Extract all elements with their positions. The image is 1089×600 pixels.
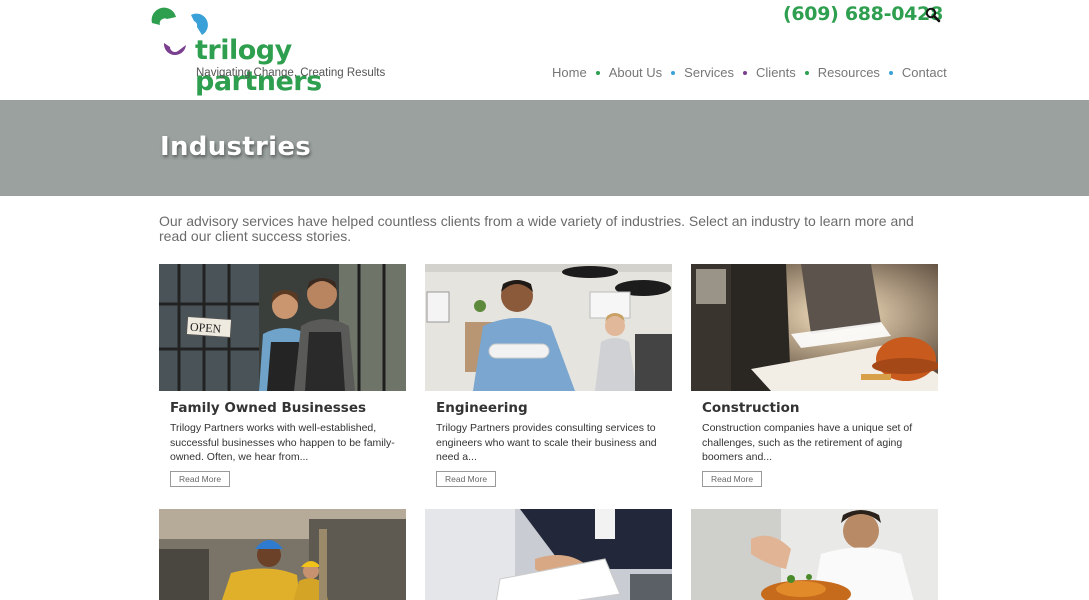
nav-separator — [595, 70, 600, 75]
nav-about-us[interactable]: About Us — [609, 65, 662, 80]
card-title[interactable]: Engineering — [436, 400, 672, 416]
hospitality-photo[interactable] — [691, 509, 938, 600]
nav-home[interactable]: Home — [552, 65, 587, 80]
logo-name: trilogy partners — [195, 35, 322, 97]
nav-separator — [743, 70, 748, 75]
professional-services-photo[interactable] — [425, 509, 672, 600]
logo-tagline: Navigating Change, Creating Results — [196, 67, 386, 79]
main-nav: Home About Us Services Clients Resources… — [552, 65, 947, 80]
card-excerpt: Trilogy Partners works with well-establi… — [170, 422, 395, 463]
card-excerpt: Trilogy Partners provides consulting ser… — [436, 422, 657, 463]
site-header: trilogy partners Navigating Change, Crea… — [0, 0, 1089, 100]
read-more-button[interactable]: Read More — [170, 470, 231, 487]
open-sign-text: OPEN — [189, 320, 222, 336]
search-icon[interactable] — [925, 7, 941, 23]
card-title[interactable]: Construction — [702, 400, 938, 416]
industry-card-professional-services — [425, 509, 672, 600]
engineering-photo[interactable] — [425, 264, 672, 391]
read-more-button[interactable]: Read More — [436, 470, 497, 487]
logo[interactable]: trilogy partners Navigating Change, Crea… — [150, 5, 390, 97]
intro-text: Our advisory services have helped countl… — [159, 213, 914, 244]
card-excerpt: Construction companies have a unique set… — [702, 422, 913, 463]
manufacturing-photo[interactable] — [159, 509, 406, 600]
nav-resources[interactable]: Resources — [818, 65, 880, 80]
construction-photo[interactable] — [691, 264, 938, 391]
read-more-button[interactable]: Read More — [702, 470, 763, 487]
nav-clients[interactable]: Clients — [756, 65, 796, 80]
nav-services[interactable]: Services — [684, 65, 734, 80]
industry-card-family-owned: OPEN Family Owned Businesses Trilogy Par… — [159, 264, 406, 487]
page-title: Industries — [160, 132, 312, 162]
nav-separator — [804, 70, 809, 75]
nav-separator — [888, 70, 893, 75]
industry-card-hospitality — [691, 509, 938, 600]
family-business-photo[interactable]: OPEN — [159, 264, 406, 391]
industry-card-engineering: Engineering Trilogy Partners provides co… — [425, 264, 672, 487]
page-banner: Industries — [0, 100, 1089, 196]
industry-card-manufacturing — [159, 509, 406, 600]
nav-contact[interactable]: Contact — [902, 65, 947, 80]
nav-separator — [671, 70, 676, 75]
industry-card-construction: Construction Construction companies have… — [691, 264, 938, 487]
phone-number[interactable]: (609) 688-0428 — [783, 3, 943, 25]
card-title[interactable]: Family Owned Businesses — [170, 400, 406, 416]
